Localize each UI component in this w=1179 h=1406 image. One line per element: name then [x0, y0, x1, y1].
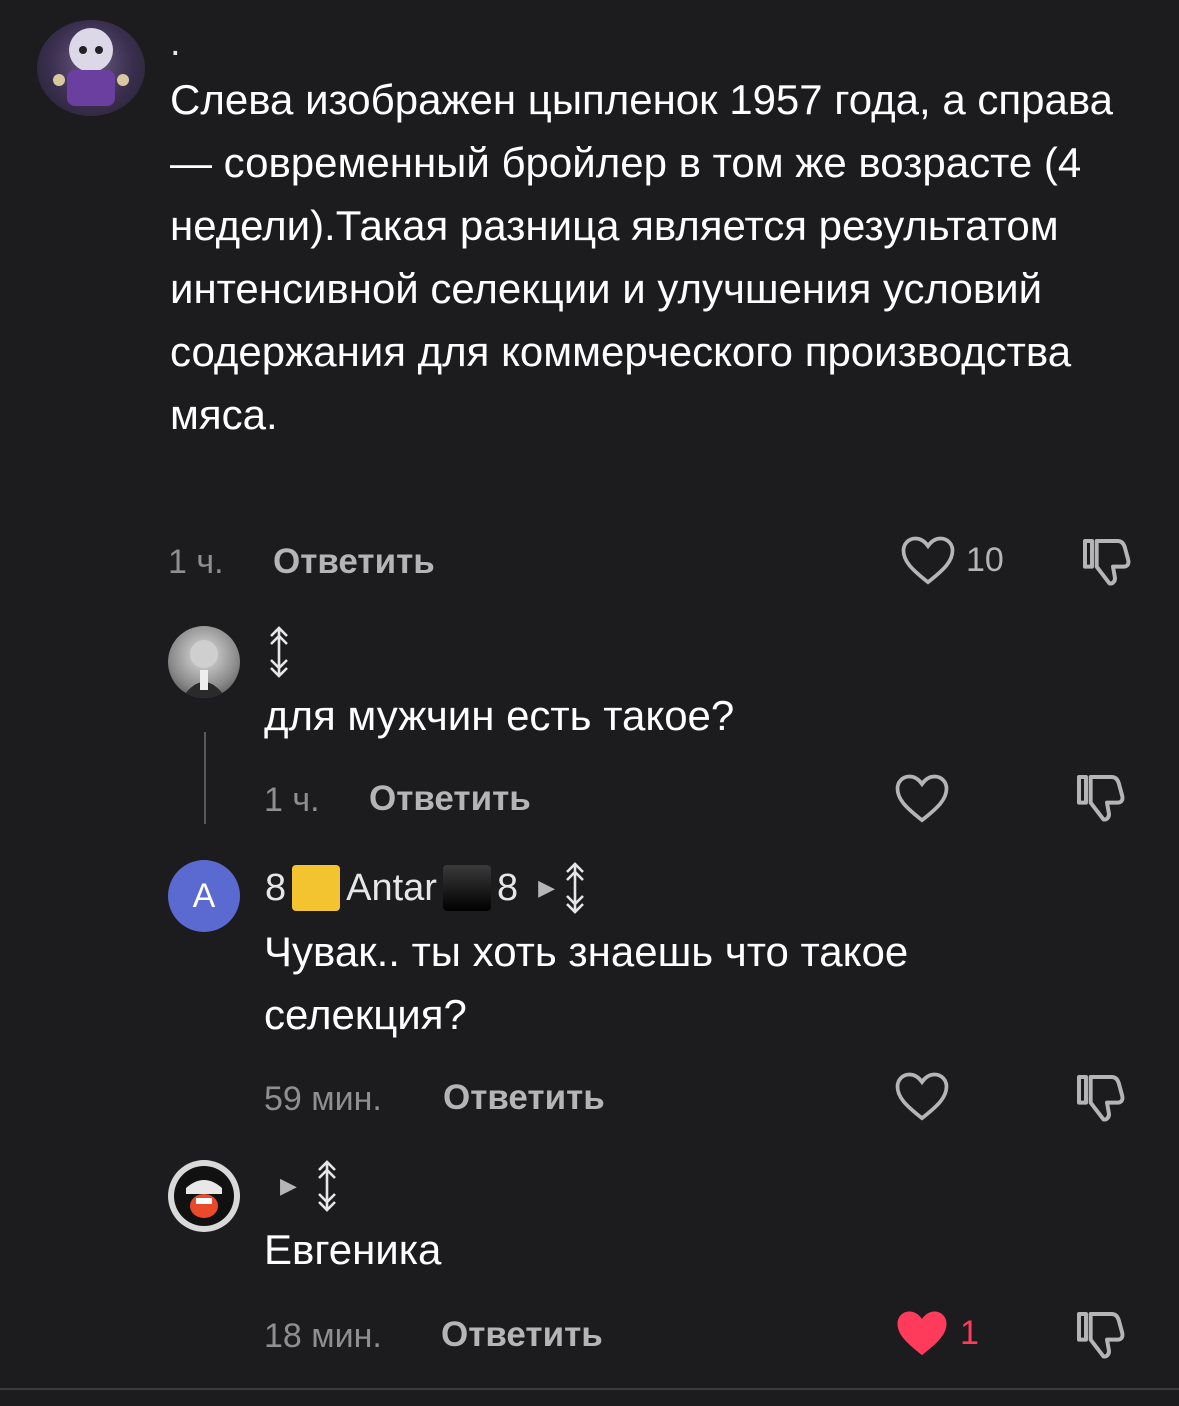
rune-badge-icon: [318, 1160, 336, 1212]
black-square-emoji-icon: [442, 865, 491, 911]
like-count: 10: [966, 540, 1004, 579]
reply-button[interactable]: Ответить: [443, 1078, 605, 1118]
avatar[interactable]: [37, 20, 145, 116]
heart-icon: [895, 1072, 949, 1121]
comment-text: Слева изображен цыпленок 1957 года, а сп…: [170, 76, 1114, 438]
reply-button[interactable]: Ответить: [441, 1315, 603, 1355]
reply-arrow-icon: ▶: [538, 875, 556, 900]
username[interactable]: 8 Antar 8 ▶: [265, 862, 589, 914]
like-button[interactable]: 1: [894, 1307, 979, 1359]
comment-time: 1 ч.: [264, 781, 320, 819]
yellow-square-emoji-icon: [292, 865, 341, 911]
reply-arrow-icon: ▶: [280, 1173, 297, 1198]
avatar[interactable]: A: [168, 860, 240, 932]
heart-icon: [895, 774, 949, 823]
reply-button[interactable]: Ответить: [369, 779, 531, 819]
dislike-icon: [1083, 539, 1131, 586]
dislike-icon: [1077, 1075, 1125, 1122]
dislike-button[interactable]: [1072, 1070, 1128, 1131]
dislike-button[interactable]: [1072, 1307, 1128, 1368]
username[interactable]: ▶: [280, 1160, 341, 1212]
comment-time: 1 ч.: [168, 543, 224, 581]
avatar-photo-icon: [182, 640, 226, 698]
username[interactable]: .: [170, 22, 181, 65]
like-button[interactable]: [894, 772, 960, 824]
dislike-button[interactable]: [1072, 770, 1128, 831]
dislike-icon: [1077, 1312, 1125, 1359]
avatar-art-icon: [174, 1166, 234, 1226]
comment-text: для мужчин есть такое?: [264, 692, 735, 739]
like-button[interactable]: 10: [900, 534, 1004, 586]
like-count: 1: [960, 1313, 979, 1352]
rune-badge-icon: [270, 626, 288, 678]
username-suffix: 8: [496, 866, 519, 909]
comment-text: Чувак.. ты хоть знаешь что такое селекци…: [264, 928, 909, 1038]
comment-text: Евгеника: [264, 1226, 442, 1273]
thread-line: [204, 732, 206, 824]
avatar[interactable]: [168, 626, 240, 698]
username-mid: Antar: [346, 866, 437, 909]
username-text: .: [170, 22, 181, 64]
dislike-icon: [1077, 775, 1125, 822]
like-button[interactable]: [894, 1070, 960, 1122]
avatar-art-icon: [53, 28, 129, 106]
username-prefix: 8: [265, 866, 287, 909]
heart-filled-icon: [897, 1311, 947, 1356]
reply-button[interactable]: Ответить: [273, 542, 435, 582]
comment-time: 59 мин.: [264, 1080, 382, 1118]
dislike-button[interactable]: [1078, 534, 1134, 595]
avatar[interactable]: [168, 1160, 240, 1232]
heart-icon: [901, 536, 955, 585]
username[interactable]: [265, 626, 293, 678]
bottom-divider: [0, 1388, 1179, 1390]
comment-time: 18 мин.: [264, 1317, 382, 1355]
rune-badge-icon: [566, 862, 584, 914]
avatar-letter: A: [192, 876, 216, 915]
